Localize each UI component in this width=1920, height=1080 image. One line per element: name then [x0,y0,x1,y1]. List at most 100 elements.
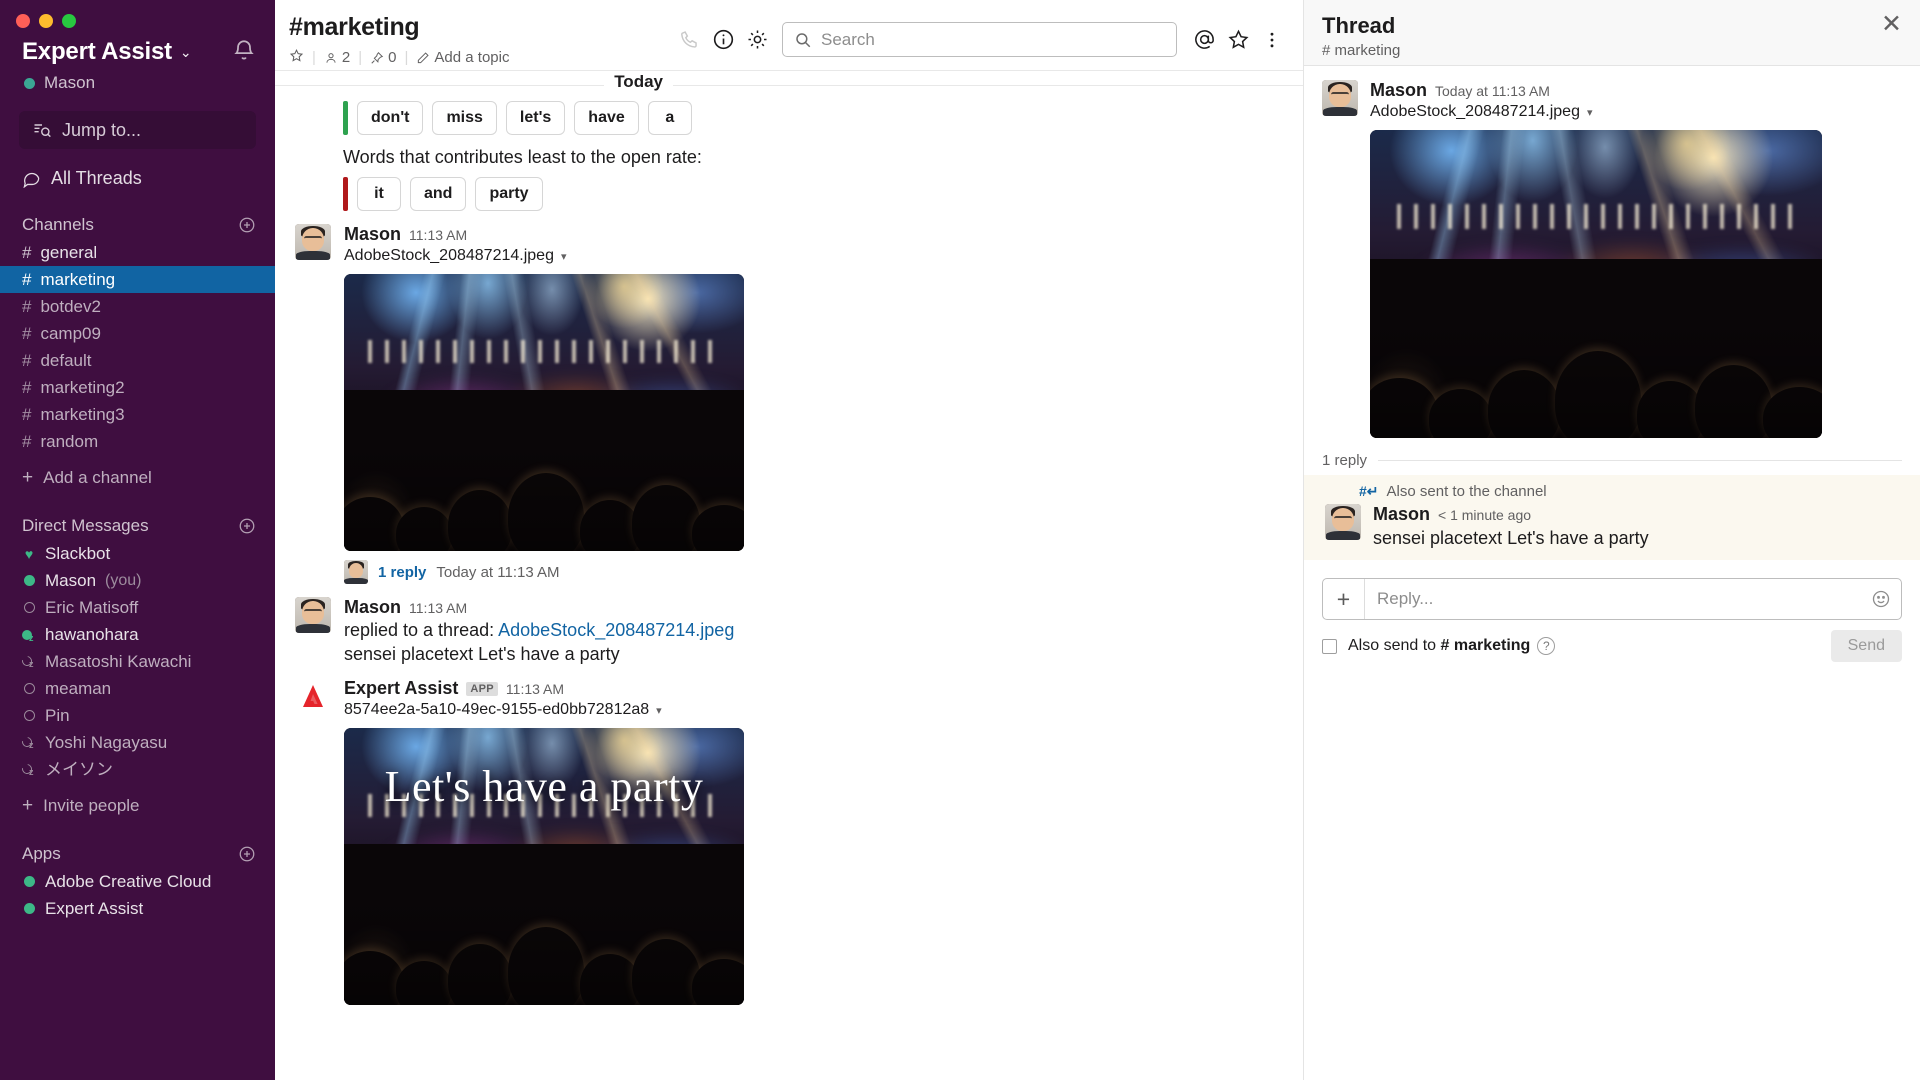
word-chip[interactable]: it [357,177,401,211]
help-icon[interactable]: ? [1537,637,1556,655]
sidebar-app-Expert Assist[interactable]: Expert Assist [0,895,275,922]
message-author[interactable]: Mason [1373,504,1430,525]
channels-section-header[interactable]: Channels [0,189,275,239]
sidebar-dm-Yoshi Nagayasu[interactable]: z Yoshi Nagayasu [0,729,275,756]
sidebar-dm-Eric Matisoff[interactable]: Eric Matisoff [0,594,275,621]
thread-channel-label[interactable]: # marketing [1322,42,1400,59]
member-count[interactable]: 2 [324,49,350,66]
sidebar-item-random[interactable]: # random [0,428,275,455]
sidebar-dm-label: Masatoshi Kawachi [45,651,192,671]
also-send-channel[interactable]: # marketing [1441,637,1531,654]
search-input[interactable]: Search [782,22,1177,57]
chevron-down-icon[interactable]: ▾ [1587,106,1593,119]
add-dm-icon[interactable] [238,517,256,535]
sidebar-app-Adobe Creative Cloud[interactable]: Adobe Creative Cloud [0,868,275,895]
divider: | [312,49,316,66]
dm-section-header[interactable]: Direct Messages [0,490,275,540]
message-text: sensei placetext Let's have a party [1373,528,1649,548]
thread-panel: Thread # marketing ✕ Mason Today at 11:1… [1303,0,1920,1080]
attachment-filename[interactable]: AdobeStock_208487214.jpeg ▾ [1370,103,1902,121]
message-author[interactable]: Expert Assist [344,678,458,699]
sidebar-dm-hawanohara[interactable]: z hawanohara [0,621,275,648]
workspace-switcher[interactable]: Expert Assist ⌄ [22,38,192,66]
word-chip[interactable]: miss [432,101,497,135]
maximize-window-button[interactable] [62,14,76,28]
bell-icon[interactable] [231,38,257,64]
replied-thread-link[interactable]: AdobeStock_208487214.jpeg [498,620,734,640]
emoji-icon[interactable] [1861,579,1901,619]
channel-list: # general # marketing # botdev2 # camp09 # defaul… [0,239,275,455]
word-chip[interactable]: and [410,177,467,211]
sidebar-item-default[interactable]: # default [0,347,275,374]
phone-icon[interactable] [672,23,706,57]
image-caption: Let's have a party [384,762,704,812]
avatar[interactable] [1325,504,1361,540]
thread-reply-divider: 1 reply [1304,438,1920,469]
app-avatar[interactable] [295,678,331,714]
also-send-checkbox[interactable] [1322,638,1337,654]
message-author[interactable]: Mason [344,224,401,245]
star-outline-icon[interactable] [1221,23,1255,57]
attachment-filename[interactable]: 8574ee2a-5a10-49ec-9155-ed0bb72812a8 ▾ [344,701,1303,719]
add-channel-icon[interactable] [238,216,256,234]
invite-people-button[interactable]: + Invite people [0,783,275,818]
add-channel-button[interactable]: + Add a channel [0,455,275,490]
kebab-menu-icon[interactable] [1255,23,1289,57]
top-words-row: don't miss let's have a [275,101,1303,135]
thread-composer[interactable]: + Reply... [1322,578,1902,620]
sidebar-item-general[interactable]: # general [0,239,275,266]
word-chip[interactable]: have [574,101,639,135]
minimize-window-button[interactable] [39,14,53,28]
attachment-image[interactable] [344,274,744,551]
apps-section-header[interactable]: Apps [0,818,275,868]
message-timestamp: 11:13 AM [409,600,468,616]
chevron-down-icon[interactable]: ▾ [561,250,567,263]
word-chip[interactable]: a [647,101,692,135]
sidebar-dm-meaman[interactable]: meaman [0,675,275,702]
word-chip[interactable]: let's [505,101,566,135]
current-user-status[interactable]: Mason [0,66,275,93]
word-chip[interactable]: party [475,177,543,211]
message-timestamp: Today at 11:13 AM [1435,83,1550,99]
add-app-icon[interactable] [238,845,256,863]
plus-icon[interactable]: + [1323,579,1365,619]
send-button[interactable]: Send [1830,630,1902,662]
attachment-filename[interactable]: AdobeStock_208487214.jpeg ▾ [344,247,1303,265]
sidebar-dm-Pin[interactable]: Pin [0,702,275,729]
pin-count[interactable]: 0 [370,49,397,66]
info-icon[interactable] [706,23,740,57]
avatar[interactable] [295,224,331,260]
sidebar-item-camp09[interactable]: # camp09 [0,320,275,347]
reply-input[interactable]: Reply... [1365,579,1861,619]
add-topic-button[interactable]: Add a topic [416,49,509,66]
avatar[interactable] [295,597,331,633]
sidebar-item-marketing[interactable]: # marketing [0,266,275,293]
message-author[interactable]: Mason [344,597,401,618]
sidebar-dm-メイソン[interactable]: z メイソン [0,756,275,783]
sidebar-dm-Masatoshi Kawachi[interactable]: z Masatoshi Kawachi [0,648,275,675]
thread-reply-summary[interactable]: 1 reply Today at 11:13 AM [344,551,1303,584]
sidebar-dm-Mason[interactable]: Mason (you) [0,567,275,594]
sidebar-item-marketing2[interactable]: # marketing2 [0,374,275,401]
at-icon[interactable] [1187,23,1221,57]
gear-icon[interactable] [740,23,774,57]
star-icon[interactable] [289,48,304,67]
word-chip[interactable]: don't [357,101,424,135]
attachment-image[interactable]: Let's have a party [344,728,744,1005]
close-window-button[interactable] [16,14,30,28]
presence-offline-icon [22,710,36,721]
sidebar-item-botdev2[interactable]: # botdev2 [0,293,275,320]
reply-count[interactable]: 1 reply [378,564,426,581]
close-icon[interactable]: ✕ [1881,12,1902,37]
message-list[interactable]: Today don't miss let's have a Words that con… [275,71,1303,1080]
avatar[interactable] [1322,80,1358,116]
chevron-down-icon[interactable]: ▾ [656,704,662,717]
window-traffic-lights[interactable] [0,0,275,28]
jump-to-search[interactable]: Jump to... [19,111,256,149]
message-author[interactable]: Mason [1370,80,1427,101]
also-sent-to-channel: #↵ Also sent to the channel [1325,483,1902,500]
sidebar-dm-Slackbot[interactable]: ♥ Slackbot [0,540,275,567]
sidebar-item-all-threads[interactable]: All Threads [0,149,275,189]
sidebar-item-marketing3[interactable]: # marketing3 [0,401,275,428]
attachment-image[interactable] [1370,130,1822,438]
